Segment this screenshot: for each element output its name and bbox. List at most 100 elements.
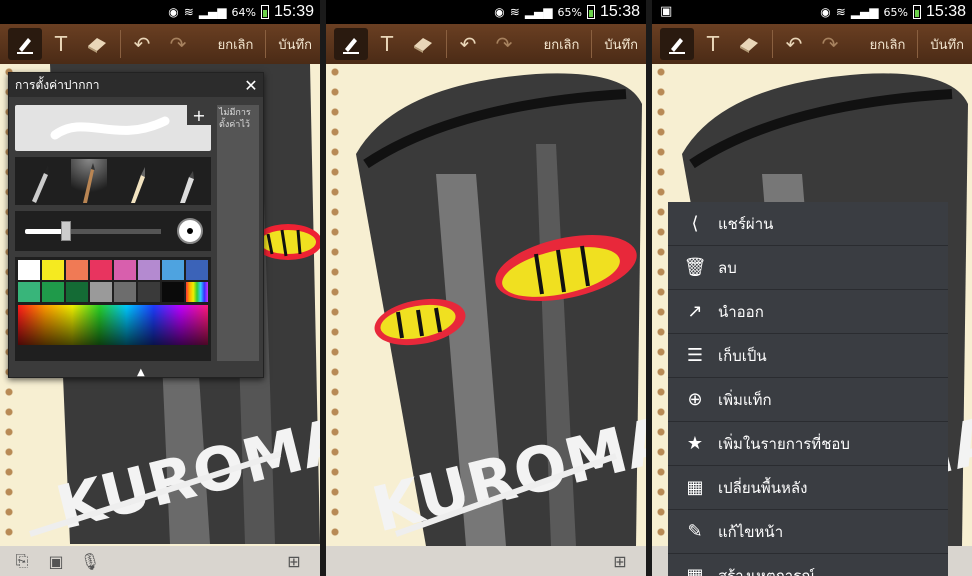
color-swatch[interactable] — [90, 260, 112, 280]
screen-drawing: ◉ ≋ ▂▄▆ 65% 15:38 T ↶ ↷ ยกเลิก บันทึก KU… — [326, 0, 646, 576]
clock: 15:39 — [273, 3, 314, 20]
color-swatch[interactable] — [138, 260, 160, 280]
pen-type-fountain[interactable] — [22, 159, 58, 203]
no-preset-label: ไม่มีการตั้งค่าไว้ — [219, 108, 251, 130]
text-tool-button[interactable]: T — [44, 28, 78, 60]
undo-button[interactable]: ↶ — [125, 28, 159, 60]
brush-icon — [82, 163, 95, 203]
drawing-canvas[interactable]: KUROMATY — [326, 64, 646, 546]
save-button[interactable]: บันทึก — [922, 28, 972, 60]
cancel-button[interactable]: ยกเลิก — [210, 28, 262, 60]
battery-icon — [912, 5, 921, 19]
text-tool-button[interactable]: T — [370, 28, 404, 60]
clock: 15:38 — [599, 3, 640, 20]
menu-item-trash[interactable]: 🗑︎ ลบ — [668, 246, 948, 290]
menu-item-export[interactable]: ↗ นำออก — [668, 290, 948, 334]
eraser-tool-button[interactable] — [80, 28, 114, 60]
undo-icon: ↶ — [459, 32, 477, 56]
toolbar-divider — [120, 30, 121, 58]
options-menu: ⟨ แชร์ผ่าน 🗑︎ ลบ ↗ นำออก ☰ เก็บเป็น ⊕ เพิ่มแท็ก ★ เ… — [668, 202, 948, 576]
eraser-icon — [88, 38, 106, 53]
color-spectrum-picker[interactable] — [18, 305, 208, 345]
add-preset-button[interactable]: + — [187, 105, 211, 125]
cancel-button[interactable]: ยกเลิก — [862, 28, 914, 60]
pen-settings-popup: การตั้งค่าปากกา ✕ + ไม่มีการตั้งค่าไว้ ▲ — [8, 72, 264, 378]
eraser-tool-button[interactable] — [732, 28, 766, 60]
eraser-tool-button[interactable] — [406, 28, 440, 60]
menu-item-label: เปลี่ยนพื้นหลัง — [718, 478, 808, 497]
color-swatch[interactable] — [42, 282, 64, 302]
add-page-button[interactable]: ⎘ — [10, 549, 34, 573]
menu-item-save-as[interactable]: ☰ เก็บเป็น — [668, 334, 948, 378]
image-notification-icon: ▣ — [660, 4, 673, 19]
menu-item-edit[interactable]: ✎ แก้ไขหน้า — [668, 510, 948, 554]
insert-image-button[interactable]: ▣ — [44, 549, 68, 573]
pen-type-pencil[interactable] — [120, 159, 156, 203]
pen-tool-button[interactable] — [334, 28, 368, 60]
redo-button[interactable]: ↷ — [161, 28, 195, 60]
color-swatch[interactable] — [138, 282, 160, 302]
star-icon: ★ — [686, 433, 704, 454]
pen-size-row — [15, 211, 211, 251]
bottom-bar: ⎘ ▣ 🎙︎ ⊞ — [0, 546, 320, 576]
toolbar-divider — [446, 30, 447, 58]
redo-button[interactable]: ↷ — [813, 28, 847, 60]
notebook-spiral — [654, 64, 668, 546]
add-button[interactable]: ⊞ — [282, 549, 306, 573]
undo-button[interactable]: ↶ — [777, 28, 811, 60]
menu-item-add-tag[interactable]: ⊕ เพิ่มแท็ก — [668, 378, 948, 422]
pen-type-marker[interactable] — [169, 159, 205, 203]
menu-item-star[interactable]: ★ เพิ่มในรายการที่ชอบ — [668, 422, 948, 466]
color-swatch[interactable] — [186, 260, 208, 280]
color-swatch[interactable] — [162, 260, 184, 280]
wifi-icon: ≋ — [509, 5, 520, 19]
background-icon: ▦ — [686, 477, 704, 498]
save-button[interactable]: บันทึก — [270, 28, 320, 60]
color-swatch[interactable] — [42, 260, 64, 280]
add-button[interactable]: ⊞ — [608, 549, 632, 573]
battery-percent: 65% — [883, 5, 908, 19]
pen-type-brush[interactable] — [70, 159, 107, 203]
pen-size-slider[interactable] — [25, 229, 161, 234]
wifi-icon: ≋ — [835, 5, 846, 19]
signal-icon: ▂▄▆ — [524, 5, 553, 19]
color-swatch[interactable] — [186, 282, 208, 302]
menu-item-label: นำออก — [718, 302, 764, 321]
pen-size-slider-thumb[interactable] — [61, 221, 71, 241]
preset-list: ไม่มีการตั้งค่าไว้ — [217, 105, 259, 361]
close-button[interactable]: ✕ — [239, 73, 263, 97]
color-swatch[interactable] — [114, 282, 136, 302]
save-button[interactable]: บันทึก — [596, 28, 646, 60]
pen-tool-button[interactable] — [8, 28, 42, 60]
cancel-button[interactable]: ยกเลิก — [536, 28, 588, 60]
trash-icon: 🗑︎ — [683, 257, 707, 278]
color-swatch[interactable] — [66, 282, 88, 302]
color-swatch[interactable] — [90, 282, 112, 302]
menu-item-calendar[interactable]: ▦ สร้างเหตุการณ์ — [668, 554, 948, 576]
microphone-icon: 🎙︎ — [79, 551, 101, 571]
color-swatch[interactable] — [18, 282, 40, 302]
color-swatch[interactable] — [114, 260, 136, 280]
redo-icon: ↷ — [169, 32, 187, 56]
undo-icon: ↶ — [133, 32, 151, 56]
color-swatch[interactable] — [162, 282, 184, 302]
pencil-icon — [130, 167, 145, 203]
pen-tool-button[interactable] — [660, 28, 694, 60]
redo-button[interactable]: ↷ — [487, 28, 521, 60]
text-tool-button[interactable]: T — [696, 28, 730, 60]
color-swatch[interactable] — [18, 260, 40, 280]
eye-icon: ◉ — [494, 5, 505, 19]
voice-record-button[interactable]: 🎙︎ — [78, 549, 102, 573]
menu-item-share[interactable]: ⟨ แชร์ผ่าน — [668, 202, 948, 246]
menu-item-label: เพิ่มแท็ก — [718, 390, 772, 409]
undo-button[interactable]: ↶ — [451, 28, 485, 60]
redo-icon: ↷ — [495, 32, 513, 56]
battery-icon — [586, 5, 595, 19]
menu-item-background[interactable]: ▦ เปลี่ยนพื้นหลัง — [668, 466, 948, 510]
menu-item-label: เก็บเป็น — [718, 346, 767, 365]
color-swatch[interactable] — [66, 260, 88, 280]
pen-icon — [669, 38, 685, 54]
popup-collapse-arrow-icon[interactable]: ▲ — [137, 367, 145, 378]
eye-icon: ◉ — [820, 5, 831, 19]
status-bar: ▣ ◉ ≋ ▂▄▆ 65% 15:38 — [652, 0, 972, 24]
